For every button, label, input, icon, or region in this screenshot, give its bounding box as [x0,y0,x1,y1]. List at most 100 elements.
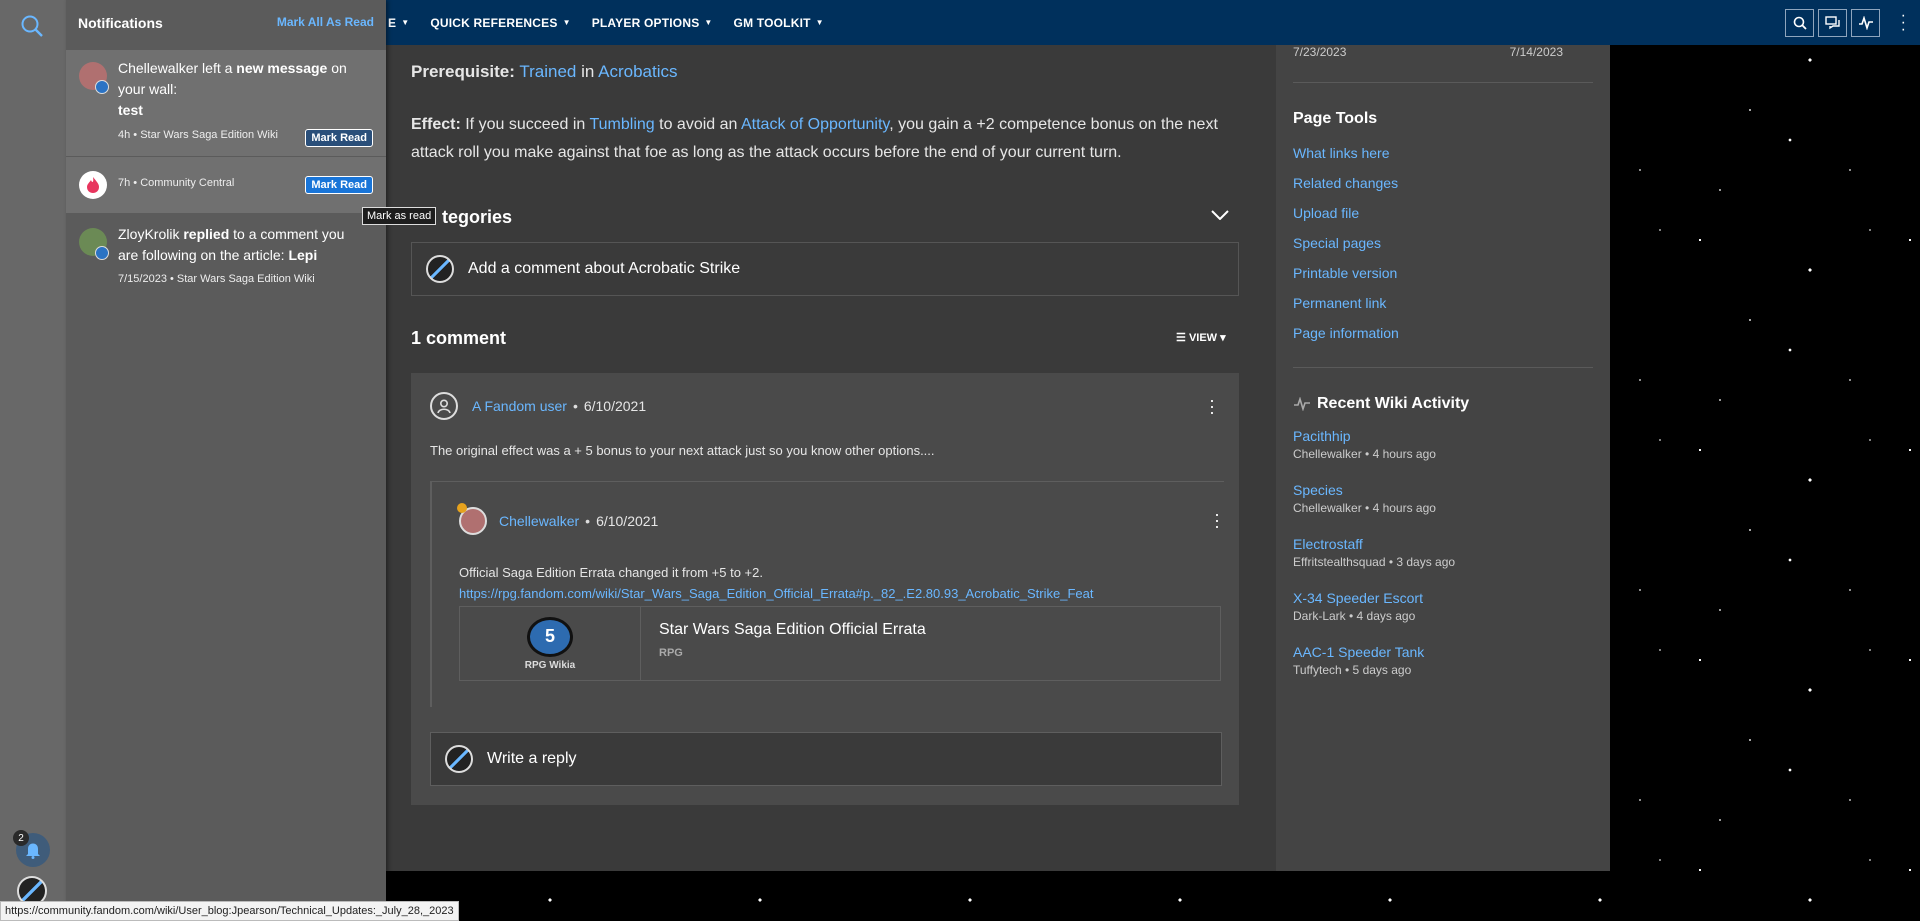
recent-activity-heading: Recent Wiki Activity [1293,395,1469,413]
user-avatar [445,745,473,773]
nav-item-explore[interactable]: E ▼ [388,16,409,30]
notification-action-bold: replied [183,226,230,242]
notification-text: ZloyKrolik replied to a comment you are … [118,224,368,266]
notification-meta: 4h • Star Wars Saga Edition Wiki [118,129,278,141]
page-tool-printable-version[interactable]: Printable version [1293,265,1399,295]
nav-item-player-options[interactable]: PLAYER OPTIONS ▼ [592,16,713,30]
notifications-header: Notifications Mark All As Read [78,15,374,31]
search-icon[interactable] [20,14,44,44]
page-tool-upload-file[interactable]: Upload file [1293,205,1399,235]
browser-status-bar: https://community.fandom.com/wiki/User_b… [0,901,459,921]
nav-tools [1781,9,1880,37]
caret-down-icon: ▼ [704,18,713,27]
user-avatar [426,255,454,283]
separator-dot: • [585,513,591,529]
separator-dot: • [572,398,578,414]
prerequisite-in: in [581,62,595,81]
tumbling-link[interactable]: Tumbling [589,116,654,133]
reply-author-avatar[interactable] [457,503,487,535]
nav-item-label: GM TOOLKIT [733,15,811,30]
comment-header: A Fandom user • 6/10/2021 [430,392,646,420]
trained-link[interactable]: Trained [519,62,576,81]
activity-item-link[interactable]: X-34 Speeder Escort [1293,590,1455,606]
write-reply-box[interactable]: Write a reply [430,732,1222,786]
errata-url-link[interactable]: https://rpg.fandom.com/wiki/Star_Wars_Sa… [459,583,1093,604]
reply-date: 6/10/2021 [596,513,659,529]
activity-item-meta: Tuffytech • 5 days ago [1293,663,1412,677]
link-preview-subtitle: RPG [659,647,683,659]
activity-item: Species Chellewalker • 4 hours ago [1293,482,1455,515]
nav-item-label: PLAYER OPTIONS [591,15,700,30]
notification-text: Chellewalker left a new message on your … [118,58,368,121]
categories-heading[interactable]: tegories [442,207,512,228]
add-comment-box[interactable]: Add a comment about Acrobatic Strike [411,242,1239,296]
activity-item-link[interactable]: Electrostaff [1293,536,1455,552]
nav-menu: E ▼ QUICK REFERENCES ▼ PLAYER OPTIONS ▼ GM … [388,0,845,45]
activity-item: AAC-1 Speeder Tank Tuffytech • 5 days ago [1293,644,1455,677]
search-button[interactable] [1785,9,1814,37]
page-tool-what-links-here[interactable]: What links here [1293,145,1399,175]
effect-paragraph: Effect: If you succeed in Tumbling to av… [411,111,1241,167]
effect-text: to avoid an [659,116,738,133]
page-tools-list: What links here Related changes Upload f… [1293,145,1399,355]
activity-item-link[interactable]: AAC-1 Speeder Tank [1293,644,1455,660]
d20-die-icon: 5 [527,616,573,657]
page-tools-heading: Page Tools [1293,110,1378,127]
bell-icon [26,843,40,859]
caret-down-icon: ▼ [815,18,824,27]
reply-author-link[interactable]: Chellewalker [499,513,579,529]
attack-of-opportunity-link[interactable]: Attack of Opportunity [741,116,889,133]
mark-read-button[interactable]: Mark Read [305,129,373,147]
notifications-panel: Notifications Mark All As Read Chellewal… [66,0,386,919]
chevron-down-icon[interactable] [1211,207,1229,225]
recent-activity-list: Pacithhip Chellewalker • 4 hours ago Spec… [1293,428,1455,698]
activity-button[interactable] [1851,9,1880,37]
page-tool-special-pages[interactable]: Special pages [1293,235,1399,265]
notification-user: ZloyKrolik [118,226,180,242]
comment-date: 6/10/2021 [583,398,647,414]
page-tool-page-information[interactable]: Page information [1293,325,1399,355]
notification-action-bold: new message [236,60,328,76]
anonymous-user-icon [430,392,458,420]
date-left: 7/23/2023 [1293,45,1347,59]
activity-item-meta: Chellewalker • 4 hours ago [1293,501,1436,515]
nav-item-gm-toolkit[interactable]: GM TOOLKIT ▼ [734,16,824,30]
notification-article: Lepi [288,247,318,263]
page-tool-related-changes[interactable]: Related changes [1293,175,1399,205]
comment-author-link[interactable]: A Fandom user [472,398,567,414]
link-preview-thumbnail: 5 RPG Wikia [460,607,641,680]
nav-item-label: QUICK REFERENCES [430,15,558,30]
mark-read-button[interactable]: Mark Read [305,176,373,194]
discussions-button[interactable] [1818,9,1847,37]
rpg-wikia-logo-text: RPG Wikia [524,659,576,671]
mark-all-read-button[interactable]: Mark All As Read [277,15,374,31]
activity-pulse-icon [1294,397,1310,411]
page-tool-permanent-link[interactable]: Permanent link [1293,295,1399,325]
nav-item-quick-references[interactable]: QUICK REFERENCES ▼ [430,16,570,30]
notification-user: Chellewalker [118,60,199,76]
notification-action: left a [202,60,233,76]
divider [1293,367,1593,368]
comment-options-icon[interactable]: · · · [1209,391,1215,421]
reply-options-icon[interactable]: · · · [1214,505,1220,535]
link-preview-title: Star Wars Saga Edition Official Errata [659,621,926,638]
comment-count: 1 comment [411,328,507,348]
search-icon [1793,16,1807,30]
more-options-icon[interactable]: · · · [1901,8,1906,38]
divider [1293,82,1593,83]
notification-item[interactable]: Chellewalker left a new message on your … [66,50,386,156]
reply-badge-icon [95,246,109,260]
view-sort-button[interactable]: ☰ VIEW ▾ [1176,331,1226,344]
notification-item[interactable]: 7h • Community Central Mark Read [66,157,386,213]
reply-body: Official Saga Edition Errata changed it … [459,562,1093,604]
reply-thread: Chellewalker • 6/10/2021 · · · Official Sa… [430,481,1224,707]
view-label: VIEW [1188,332,1218,344]
global-sidebar: 2 [0,0,66,919]
notification-item[interactable]: ZloyKrolik replied to a comment you are … [66,214,386,294]
activity-item-meta: Dark-Lark • 4 days ago [1293,609,1416,623]
add-comment-placeholder: Add a comment about Acrobatic Strike [468,260,741,277]
activity-item-link[interactable]: Pacithhip [1293,428,1455,444]
acrobatics-link[interactable]: Acrobatics [598,62,677,81]
link-preview-card[interactable]: 5 RPG Wikia Star Wars Saga Edition Offic… [459,606,1221,681]
activity-item-link[interactable]: Species [1293,482,1455,498]
